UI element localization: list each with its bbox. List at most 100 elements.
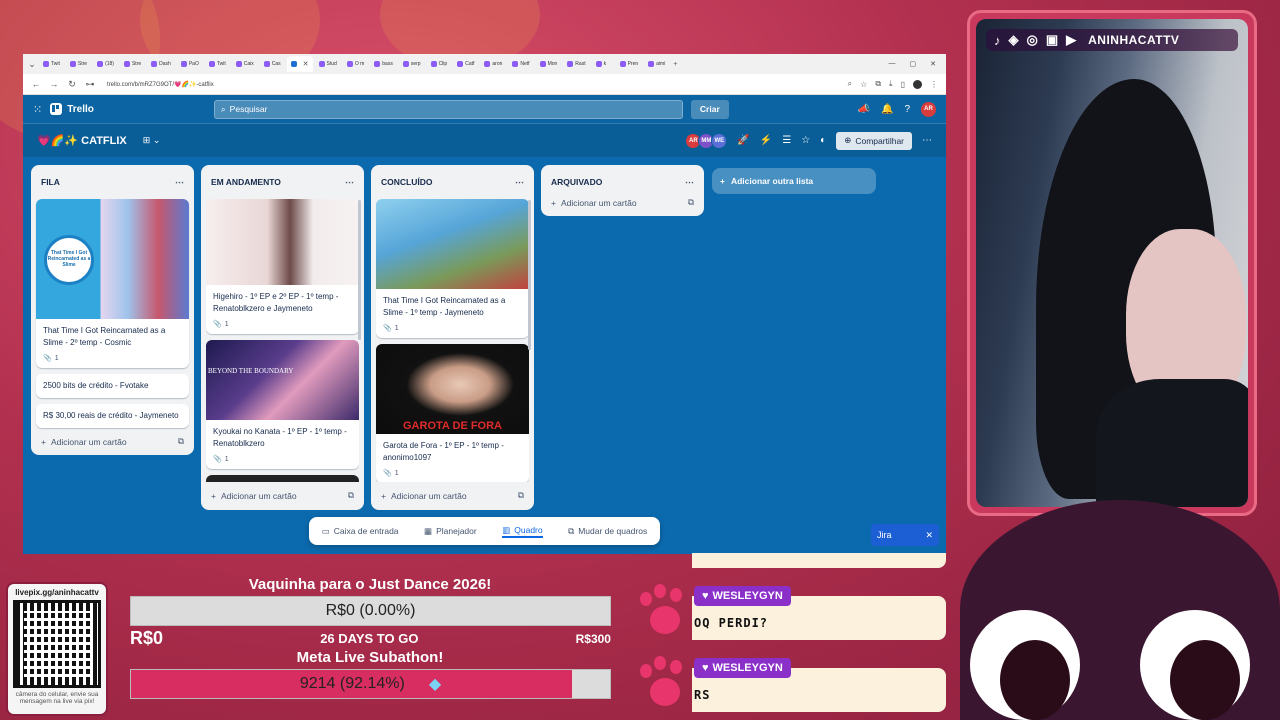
board-members[interactable]: AR MM WE: [685, 132, 728, 149]
browser-tab[interactable]: Twit: [205, 56, 230, 72]
board-title[interactable]: 💗🌈✨ CATFLIX: [37, 134, 127, 147]
url-field[interactable]: trello.com/b/mRZ7G9OT/💗🌈✨-catflix: [103, 81, 840, 88]
card[interactable]: That Time I Got Reincarnated as a Slime …: [376, 199, 529, 338]
user-avatar[interactable]: AR: [921, 101, 936, 117]
browser-tab[interactable]: aron: [480, 56, 506, 72]
list-header[interactable]: EM ANDAMENTO ⋯: [206, 171, 359, 193]
browser-tab[interactable]: Dash: [147, 56, 175, 72]
browser-tab[interactable]: Rast: [563, 56, 589, 72]
megaphone-icon[interactable]: 📣: [858, 104, 870, 115]
list-menu-icon[interactable]: ⋯: [515, 177, 524, 188]
extensions-icon[interactable]: ⧉: [875, 79, 881, 89]
browser-tab[interactable]: Caix: [232, 56, 258, 72]
trello-logo-icon: [50, 103, 63, 115]
visibility-icon[interactable]: ◐: [820, 135, 826, 146]
automation-icon[interactable]: ⚡: [760, 135, 772, 146]
browser-tab[interactable]: (18): [93, 56, 118, 72]
browser-menu-icon[interactable]: ⋮: [930, 80, 938, 89]
download-icon[interactable]: ⤓: [889, 79, 893, 89]
card[interactable]: GAROTA DE FORA Garota de Fora - 1º EP - …: [376, 344, 529, 482]
browser-tab[interactable]: aimi: [644, 56, 669, 72]
template-icon[interactable]: ⧉: [178, 436, 184, 447]
browser-tab[interactable]: Stre: [120, 56, 145, 72]
rocket-icon[interactable]: 🚀: [737, 135, 749, 146]
list-header[interactable]: ARQUIVADO ⋯: [546, 171, 699, 193]
add-card-button[interactable]: + Adicionar um cartão ⧉: [546, 193, 699, 210]
browser-tab[interactable]: Twit: [39, 56, 64, 72]
list-header[interactable]: CONCLUÍDO ⋯: [376, 171, 529, 193]
profile-avatar[interactable]: [913, 79, 922, 89]
reload-icon[interactable]: ↻: [67, 79, 77, 90]
board-canvas: FILA ⋯ That Time I Got Reincarnated as a…: [23, 157, 946, 554]
trello-logo[interactable]: Trello: [50, 103, 94, 115]
card[interactable]: BEYOND THE BOUNDARY Kyoukai no Kanata - …: [206, 340, 359, 469]
tab-favicon-icon: [402, 61, 409, 67]
member-avatar[interactable]: WE: [711, 132, 728, 149]
browser-tab[interactable]: serp: [399, 56, 425, 72]
browser-tab[interactable]: k: [592, 56, 614, 72]
add-member-icon: ⊕: [844, 135, 852, 145]
back-icon[interactable]: ←: [31, 79, 41, 89]
browser-tab[interactable]: Pren: [616, 56, 643, 72]
browser-tab[interactable]: ✕: [286, 56, 313, 72]
list-scrollbar[interactable]: [358, 200, 361, 340]
browser-tab[interactable]: Cas: [260, 56, 285, 72]
maximize-icon[interactable]: ▢: [910, 60, 917, 68]
site-info-icon[interactable]: ⊶: [85, 79, 95, 90]
close-tab-icon[interactable]: ✕: [303, 60, 309, 68]
board-view-switcher-icon[interactable]: ⊞ ⌄: [143, 135, 161, 146]
board-button[interactable]: ▥ Quadro: [502, 525, 543, 538]
card-partial[interactable]: [206, 475, 359, 482]
filter-icon[interactable]: ☰: [782, 135, 791, 146]
add-card-button[interactable]: + Adicionar um cartão ⧉: [36, 428, 189, 449]
browser-tab[interactable]: Clip: [427, 56, 452, 72]
app-switcher-icon[interactable]: ⁙: [33, 103, 42, 116]
star-icon[interactable]: ☆: [801, 135, 810, 146]
search-input[interactable]: ⌕ Pesquisar: [213, 99, 683, 119]
browser-tab[interactable]: bass: [370, 56, 397, 72]
jira-promo-chip[interactable]: Jira ✕: [871, 524, 939, 546]
attachment-count: 1: [394, 469, 399, 477]
browser-tab[interactable]: Catf: [453, 56, 478, 72]
bell-icon[interactable]: 🔔: [881, 104, 893, 115]
template-icon[interactable]: ⧉: [518, 490, 524, 501]
board-menu-icon[interactable]: ⋯: [922, 135, 932, 146]
browser-tab[interactable]: Stud: [315, 56, 341, 72]
browser-tab[interactable]: Mon: [536, 56, 562, 72]
list-header[interactable]: FILA ⋯: [36, 171, 189, 193]
new-tab-button[interactable]: +: [673, 61, 677, 68]
add-card-content: + Adicionar um cartão: [41, 437, 127, 447]
list-menu-icon[interactable]: ⋯: [345, 177, 354, 188]
tab-search-icon[interactable]: ⌄: [27, 59, 37, 70]
forward-icon[interactable]: →: [49, 79, 59, 89]
split-view-icon[interactable]: ▯: [901, 80, 905, 89]
card[interactable]: 2500 bits de crédito - Fvotake: [36, 374, 189, 398]
switch-boards-button[interactable]: ⧉ Mudar de quadros: [568, 526, 647, 537]
browser-tab[interactable]: Netf: [508, 56, 533, 72]
zoom-icon[interactable]: ⌕: [848, 79, 852, 89]
template-icon[interactable]: ⧉: [688, 197, 694, 208]
inbox-button[interactable]: ▭ Caixa de entrada: [322, 526, 399, 537]
create-button[interactable]: Criar: [690, 99, 729, 119]
card[interactable]: R$ 30,00 reais de crédito - Jaymeneto: [36, 404, 189, 428]
add-list-button[interactable]: + Adicionar outra lista: [712, 168, 876, 194]
share-button[interactable]: ⊕ Compartilhar: [836, 131, 912, 150]
card[interactable]: Higehiro - 1º EP e 2º EP - 1º temp - Ren…: [206, 199, 359, 334]
planner-button[interactable]: ▦ Planejador: [424, 526, 477, 537]
browser-tab[interactable]: PaO: [177, 56, 203, 72]
template-icon[interactable]: ⧉: [348, 490, 354, 501]
help-icon[interactable]: ?: [904, 104, 910, 115]
add-card-button[interactable]: + Adicionar um cartão ⧉: [206, 482, 359, 503]
list-menu-icon[interactable]: ⋯: [175, 177, 184, 188]
browser-tab[interactable]: Stre: [66, 56, 91, 72]
list-scrollbar[interactable]: [528, 200, 531, 350]
close-icon[interactable]: ✕: [925, 530, 933, 541]
add-card-button[interactable]: + Adicionar um cartão ⧉: [376, 482, 529, 503]
minimize-icon[interactable]: —: [889, 60, 896, 68]
close-window-icon[interactable]: ✕: [930, 60, 936, 68]
card[interactable]: That Time I Got Reincarnated as a Slime …: [36, 199, 189, 368]
chat-message-text: OQ PERDI?: [694, 616, 769, 630]
list-menu-icon[interactable]: ⋯: [685, 177, 694, 188]
bookmark-star-icon[interactable]: ☆: [860, 80, 867, 89]
browser-tab[interactable]: O m: [343, 56, 368, 72]
